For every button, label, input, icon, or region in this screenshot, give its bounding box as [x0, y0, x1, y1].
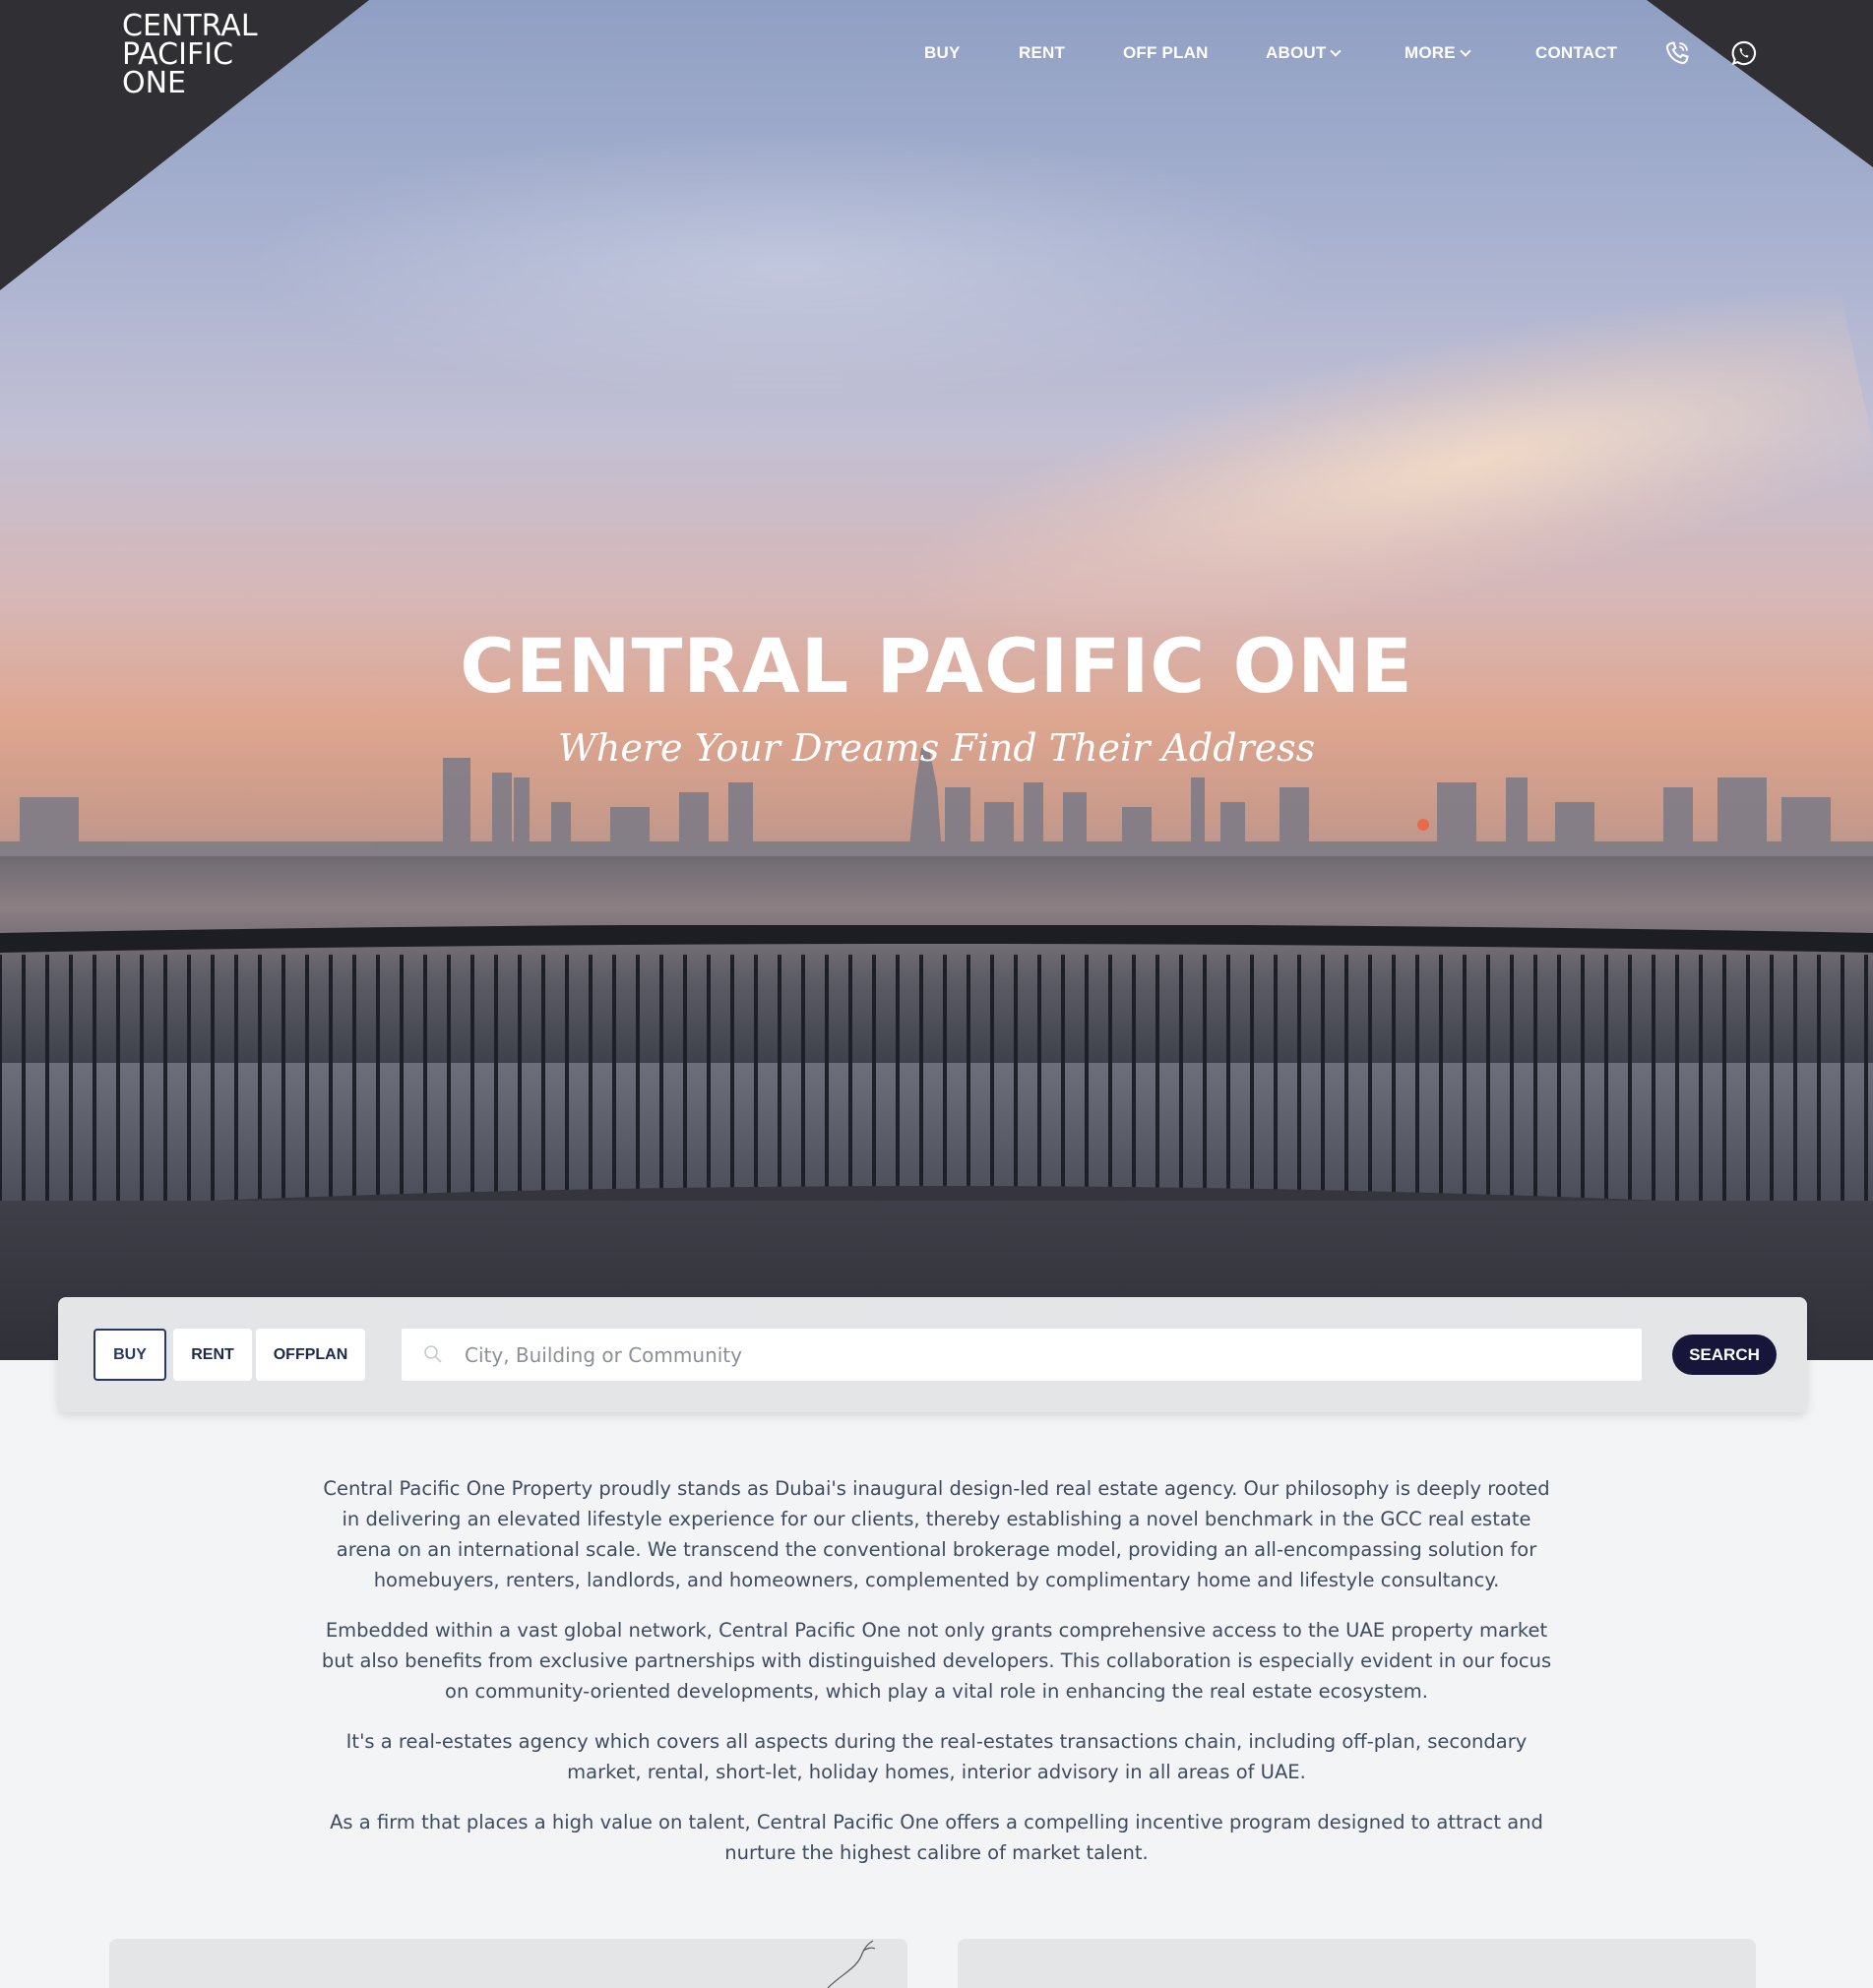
- search-field: [402, 1329, 1642, 1381]
- phone-icon[interactable]: [1663, 39, 1691, 67]
- hero-tagline: Where Your Dreams Find Their Address: [557, 726, 1316, 770]
- main-nav: BUY RENT OFF PLAN ABOUT MORE CONTACT: [0, 43, 1873, 67]
- nav-off-plan[interactable]: OFF PLAN: [1123, 43, 1209, 63]
- search-tab-rent[interactable]: RENT: [173, 1329, 252, 1381]
- nav-buy[interactable]: BUY: [924, 43, 961, 63]
- about-intro: Central Pacific One Property proudly sta…: [315, 1473, 1558, 1888]
- search-tab-buy[interactable]: BUY: [94, 1329, 166, 1381]
- nav-about-label: ABOUT: [1266, 43, 1327, 62]
- search-button[interactable]: SEARCH: [1672, 1335, 1777, 1375]
- intro-paragraph-2: Embedded within a vast global network, C…: [321, 1619, 1552, 1703]
- search-tab-offplan[interactable]: OFFPLAN: [256, 1329, 365, 1381]
- logo-line-3: ONE: [122, 66, 187, 100]
- feature-card-right[interactable]: [958, 1939, 1756, 1988]
- feature-card-left[interactable]: [109, 1939, 907, 1988]
- intro-paragraph-4: As a firm that places a high value on ta…: [330, 1811, 1543, 1864]
- property-search-panel: BUY RENT OFFPLAN SEARCH: [58, 1297, 1807, 1412]
- hero-title: CENTRAL PACIFIC ONE: [460, 622, 1413, 710]
- line-art-illustration: [827, 1940, 876, 1988]
- chevron-down-icon: [1460, 45, 1471, 57]
- search-input[interactable]: [465, 1329, 1626, 1381]
- hero-section: CENTRAL PACIFIC ONE BUY RENT OFF PLAN AB…: [0, 0, 1873, 1360]
- intro-paragraph-1: Central Pacific One Property proudly sta…: [323, 1477, 1550, 1591]
- nav-contact[interactable]: CONTACT: [1535, 43, 1617, 63]
- hero-clouds: [197, 118, 1378, 413]
- nav-rent[interactable]: RENT: [1019, 43, 1065, 63]
- search-icon: [424, 1345, 442, 1363]
- header-corner-right: [1647, 0, 1873, 167]
- nav-about[interactable]: ABOUT: [1266, 43, 1342, 63]
- logo-line-1: CENTRAL: [122, 9, 258, 43]
- intro-paragraph-3: It's a real-estates agency which covers …: [345, 1730, 1528, 1783]
- nav-more[interactable]: MORE: [1405, 43, 1471, 63]
- chevron-down-icon: [1330, 45, 1342, 57]
- nav-more-label: MORE: [1405, 43, 1456, 62]
- whatsapp-icon[interactable]: [1730, 39, 1758, 67]
